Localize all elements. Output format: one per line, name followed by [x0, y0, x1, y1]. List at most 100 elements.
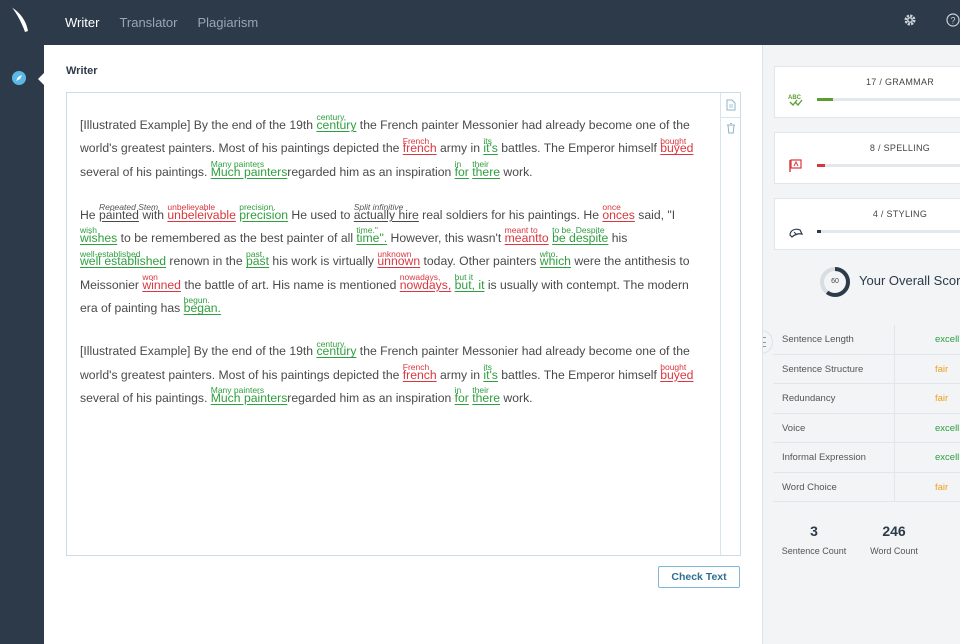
flagged-word[interactable]: precision — [239, 208, 288, 222]
flagged-word[interactable]: century — [316, 118, 356, 132]
grammar-issue[interactable]: wish wishes — [80, 225, 117, 250]
flagged-word[interactable]: nowdays, — [400, 278, 452, 292]
flagged-word[interactable]: for — [455, 391, 469, 405]
grammar-issue[interactable]: their there — [472, 385, 500, 410]
flagged-word[interactable]: winned — [142, 278, 181, 292]
flagged-word[interactable]: Much painters — [211, 165, 288, 179]
flagged-word[interactable]: unbeleivable — [167, 208, 235, 222]
left-sidebar — [0, 45, 44, 644]
flagged-word[interactable]: french — [403, 368, 437, 382]
styling-bar — [817, 230, 960, 233]
grammar-bar — [817, 98, 960, 101]
grammar-issue[interactable]: century, century — [316, 112, 356, 137]
nav-plagiarism[interactable]: Plagiarism — [197, 15, 258, 30]
flagged-word[interactable]: meantto — [505, 231, 549, 245]
tool-divider — [721, 117, 741, 118]
collapse-sidebar-button[interactable] — [763, 330, 773, 354]
flagged-word[interactable]: past — [246, 254, 269, 268]
flagged-word[interactable]: there — [472, 165, 500, 179]
flagged-word[interactable]: unnown — [377, 254, 420, 268]
spelling-issue[interactable]: unknown unnown — [377, 249, 420, 273]
style-issue[interactable]: Repeated Stem painted — [99, 202, 158, 227]
flagged-word[interactable]: buyed — [660, 141, 693, 155]
text-run: several of his paintings. — [80, 164, 211, 179]
flagged-word[interactable]: time". — [356, 231, 387, 245]
svg-text:?: ? — [950, 16, 955, 26]
document-icon[interactable] — [724, 98, 738, 112]
grammar-issue[interactable]: their there — [472, 159, 500, 184]
flagged-word[interactable]: it's — [483, 141, 498, 155]
metric-label: Sentence Structure — [782, 363, 864, 375]
grammar-issue[interactable]: past, past — [246, 249, 269, 273]
compass-icon[interactable] — [11, 70, 27, 86]
metric-value: excell — [935, 334, 960, 345]
metric-divider — [894, 472, 895, 502]
text-run: to be remembered as the best painter of … — [117, 231, 357, 246]
nav-writer[interactable]: Writer — [65, 15, 99, 30]
grammar-issue[interactable]: in for — [455, 159, 469, 184]
flagged-word[interactable]: for — [455, 165, 469, 179]
grammar-issue[interactable]: Many painters Much painters — [211, 385, 288, 410]
settings-gear-icon[interactable] — [900, 10, 920, 30]
text-editor[interactable]: [Illustrated Example] By the end of the … — [66, 92, 741, 556]
editor-text[interactable]: [Illustrated Example] By the end of the … — [80, 112, 708, 430]
metric-divider — [894, 354, 895, 384]
grammar-issue[interactable]: its it's — [483, 136, 498, 160]
grammar-score-label: 17 / GRAMMAR — [865, 77, 935, 87]
grammar-issue[interactable]: to be. Despite be despite — [552, 225, 608, 250]
grammar-issue[interactable]: but it but, it — [455, 272, 485, 297]
grammar-card[interactable]: 17 / GRAMMAR ABC — [774, 66, 960, 118]
spelling-bar-fill — [817, 164, 825, 167]
metric-row: Redundancy fair — [773, 384, 960, 414]
spelling-issue[interactable]: French french — [403, 362, 437, 387]
grammar-issue[interactable]: time." time". — [356, 225, 387, 250]
style-issue[interactable]: Split infinitive actually hire — [354, 202, 419, 227]
flagged-word[interactable]: century — [316, 344, 356, 358]
flagged-word[interactable]: buyed — [660, 368, 693, 382]
spelling-issue[interactable]: unbelievable unbeleivable — [167, 202, 235, 227]
spelling-issue[interactable]: once onces — [602, 202, 635, 227]
flagged-word[interactable]: which — [540, 254, 571, 268]
editor-tools — [720, 93, 741, 555]
flagged-word[interactable]: began. — [184, 301, 221, 315]
grammar-issue[interactable]: in for — [455, 385, 469, 410]
spelling-issue[interactable]: meant to meantto — [505, 225, 549, 250]
spelling-issue[interactable]: French french — [403, 136, 437, 160]
flagged-word[interactable]: it's — [483, 368, 498, 382]
grammar-issue[interactable]: begun. began. — [184, 295, 221, 320]
flagged-word[interactable]: onces — [602, 208, 635, 222]
flagged-word[interactable]: be despite — [552, 231, 608, 245]
metric-label: Voice — [782, 422, 806, 434]
text-run: said, "I — [634, 207, 676, 222]
spelling-issue[interactable]: won winned — [142, 272, 181, 297]
metric-row: Sentence Length excell — [773, 325, 960, 355]
text-run: [Illustrated Example] By the end of the … — [80, 118, 317, 132]
grammar-issue[interactable]: Many painters Much painters — [211, 159, 288, 184]
spelling-issue[interactable]: nowadays, nowdays, — [400, 272, 452, 297]
grammar-issue[interactable]: who which — [540, 249, 571, 273]
flagged-word[interactable]: painted — [99, 208, 139, 222]
grammar-issue[interactable]: its it's — [483, 362, 498, 387]
nav-translator[interactable]: Translator — [119, 15, 177, 30]
grammar-issue[interactable]: well-established well established — [80, 249, 166, 273]
metric-label: Sentence Length — [782, 334, 854, 345]
grammar-issue[interactable]: century, century — [316, 339, 356, 363]
flagged-word[interactable]: french — [403, 141, 437, 155]
flagged-word[interactable]: actually hire — [354, 208, 419, 222]
grammar-issue[interactable]: precision. precision — [239, 202, 288, 227]
check-text-button[interactable]: Check Text — [658, 566, 740, 588]
flagged-word[interactable]: but, it — [455, 278, 485, 292]
flagged-word[interactable]: well established — [80, 254, 166, 268]
styling-card[interactable]: 4 / STYLING — [774, 198, 960, 250]
character-count-stat: Ch — [934, 523, 960, 540]
flagged-word[interactable]: Much painters — [211, 391, 288, 405]
help-icon[interactable]: ? — [943, 10, 960, 30]
trash-icon[interactable] — [724, 121, 738, 135]
spelling-card[interactable]: 8 / SPELLING — [774, 132, 960, 184]
text-run: regarded him as an inspiration — [287, 164, 455, 179]
spelling-issue[interactable]: bought buyed — [660, 362, 693, 387]
flagged-word[interactable]: there — [472, 391, 500, 405]
editor-paragraph: [Illustrated Example] By the end of the … — [80, 112, 708, 184]
flagged-word[interactable]: wishes — [80, 231, 117, 245]
spelling-issue[interactable]: bought buyed — [660, 136, 693, 160]
